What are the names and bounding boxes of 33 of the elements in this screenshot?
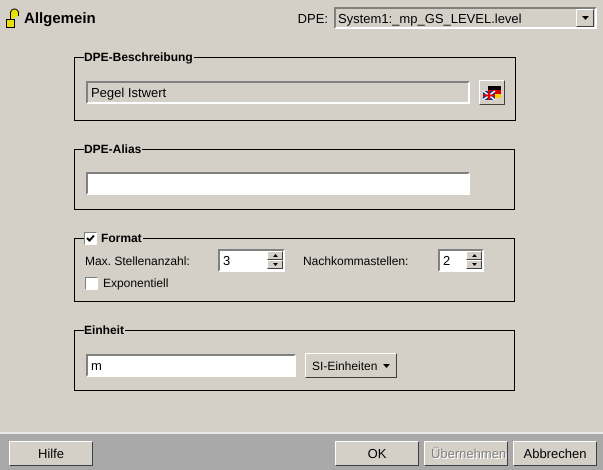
caret-icon bbox=[582, 16, 588, 20]
check-icon bbox=[86, 234, 95, 242]
dpe-dropdown[interactable]: System1:_mp_GS_LEVEL.level bbox=[334, 7, 597, 29]
padlock-icon bbox=[5, 7, 21, 29]
language-button[interactable] bbox=[479, 80, 505, 105]
field-label: DPE: bbox=[298, 10, 328, 26]
up-arrow-icon bbox=[472, 254, 476, 257]
dialog-button[interactable]: Abbrechen bbox=[513, 440, 597, 466]
checkbox[interactable] bbox=[84, 232, 97, 244]
caret-icon bbox=[383, 364, 390, 368]
down-arrow-icon bbox=[472, 263, 476, 266]
down-arrow-icon bbox=[272, 263, 278, 266]
dialog-button[interactable]: Hilfe bbox=[9, 440, 93, 466]
spin-up-button[interactable] bbox=[267, 251, 283, 260]
dialog-button[interactable]: OK bbox=[335, 440, 419, 466]
group-title: Einheit bbox=[84, 323, 124, 337]
group-title: DPE-Alias bbox=[84, 142, 142, 156]
spin-down-button[interactable] bbox=[267, 260, 283, 269]
description-field[interactable]: Pegel Istwert bbox=[86, 81, 470, 104]
spin-down-button[interactable] bbox=[466, 260, 482, 269]
page-title: Allgemein bbox=[24, 10, 96, 26]
up-arrow-icon bbox=[272, 254, 278, 257]
spin-up-button[interactable] bbox=[466, 251, 482, 260]
field-label: Max. Stellenanzahl: bbox=[85, 254, 191, 268]
field-label: Nachkommastellen: bbox=[303, 254, 410, 268]
unit-field[interactable]: m bbox=[86, 354, 296, 377]
checkbox[interactable] bbox=[85, 276, 98, 290]
units-menu-button[interactable]: SI-Einheiten bbox=[305, 353, 398, 378]
group-title: DPE-Beschreibung bbox=[84, 50, 193, 64]
alias-field[interactable] bbox=[86, 172, 470, 195]
flags-icon bbox=[483, 86, 501, 100]
group-title: Format bbox=[101, 231, 142, 245]
checkbox-label: Exponentiell bbox=[103, 276, 168, 290]
